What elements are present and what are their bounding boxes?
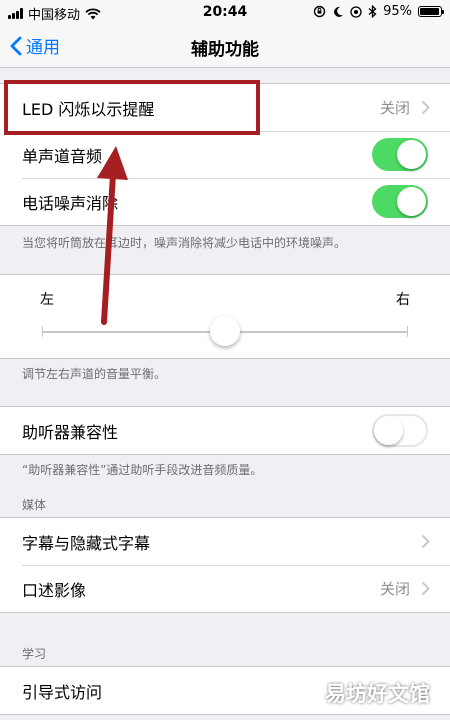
chevron-right-icon xyxy=(421,581,430,596)
audio-description-label: 口述影像 xyxy=(22,580,87,600)
bluetooth-icon xyxy=(368,5,377,18)
page-title: 辅助功能 xyxy=(191,40,259,60)
highlight-box xyxy=(4,80,260,135)
mono-audio-toggle[interactable] xyxy=(372,138,428,171)
moon-icon xyxy=(334,6,344,17)
balance-group: 左 右 xyxy=(0,274,450,359)
chevron-right-icon xyxy=(421,100,430,115)
balance-right-label: 右 xyxy=(396,292,410,308)
noise-cancel-footer: 当您将听筒放在耳边时，噪声消除将减少电话中的环境噪声。 xyxy=(22,236,347,250)
balance-slider-thumb[interactable] xyxy=(210,316,240,346)
guided-access-label: 引导式访问 xyxy=(22,682,103,702)
hearing-aid-row: 助听器兼容性 xyxy=(0,407,450,454)
mono-audio-row: 单声道音频 xyxy=(0,131,450,178)
watermark-text: 易坊好文馆 xyxy=(325,682,430,706)
audio-description-value: 关闭 xyxy=(379,580,410,598)
hearing-aid-toggle[interactable] xyxy=(372,414,428,447)
status-right: 95% xyxy=(313,4,444,19)
led-flash-value: 关闭 xyxy=(379,99,410,117)
toggle-knob xyxy=(397,140,426,169)
mono-audio-label: 单声道音频 xyxy=(22,146,103,166)
noise-cancel-toggle[interactable] xyxy=(372,185,428,218)
noise-cancel-row: 电话噪声消除 xyxy=(0,178,450,225)
balance-tick-right xyxy=(407,326,408,337)
nav-bar: 通用 辅助功能 xyxy=(0,24,450,68)
battery-icon xyxy=(418,6,444,17)
subtitles-label: 字幕与隐藏式字幕 xyxy=(22,533,151,553)
noise-cancel-label: 电话噪声消除 xyxy=(22,193,119,213)
battery-fill xyxy=(420,8,439,15)
toggle-knob xyxy=(374,416,403,445)
hearing-aid-label: 助听器兼容性 xyxy=(22,422,119,442)
orientation-lock-icon xyxy=(313,5,326,18)
audio-description-row[interactable]: 口述影像 关闭 xyxy=(0,565,450,612)
status-bar: 中国移动 20:44 95% xyxy=(0,0,450,24)
hearing-aid-footer: “助听器兼容性”通过助听手段改进音频质量。 xyxy=(22,463,263,477)
media-section-header: 媒体 xyxy=(22,498,47,512)
battery-percent: 95% xyxy=(383,4,412,19)
media-group: 字幕与隐藏式字幕 口述影像 关闭 xyxy=(0,517,450,613)
balance-left-label: 左 xyxy=(40,292,54,308)
location-icon xyxy=(350,5,362,18)
learning-section-header: 学习 xyxy=(22,647,47,661)
subtitles-row[interactable]: 字幕与隐藏式字幕 xyxy=(0,518,450,565)
toggle-knob xyxy=(397,187,426,216)
hearing-aid-group: 助听器兼容性 xyxy=(0,406,450,455)
chevron-right-icon xyxy=(421,534,430,549)
balance-footer: 调节左右声道的音量平衡。 xyxy=(22,367,167,381)
